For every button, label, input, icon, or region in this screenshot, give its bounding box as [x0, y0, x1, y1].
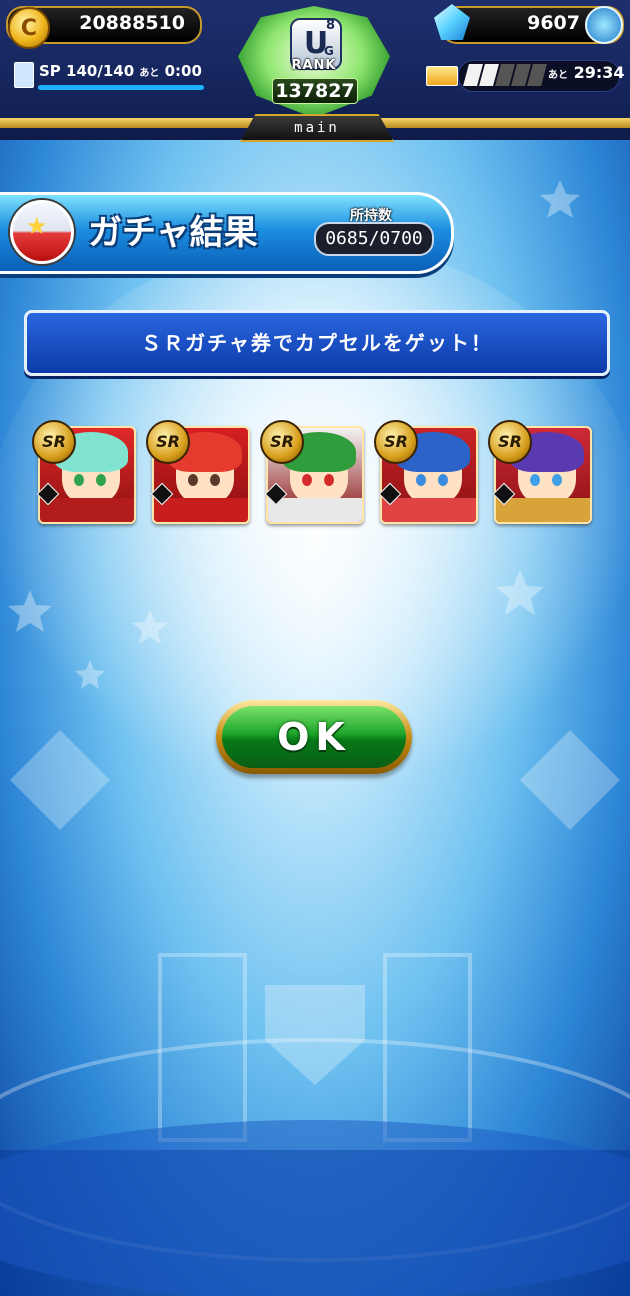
timer-label: あと [548, 70, 568, 81]
rarity-badge: SR [32, 420, 76, 464]
sp-status: SP 140/140 あと 0:00 [39, 62, 202, 80]
rarity-badge: SR [488, 420, 532, 464]
star-icon: ★ [26, 212, 48, 240]
character-eye [552, 474, 562, 486]
rarity-badge: SR [374, 420, 418, 464]
character-jersey [268, 498, 362, 522]
rank-sub2: G [324, 44, 334, 58]
sp-value: 140/140 [66, 62, 135, 80]
character-eye [416, 474, 426, 486]
coin-icon: C [8, 7, 50, 49]
held-count-value: 0685/0700 [314, 222, 434, 256]
character-eye [96, 474, 106, 486]
character-jersey [382, 498, 476, 522]
sp-card-icon [14, 62, 34, 88]
rarity-badge: SR [146, 420, 190, 464]
character-eye [188, 474, 198, 486]
gem-value: 9607 [527, 12, 580, 34]
rank-label: RANK [291, 58, 337, 73]
main-tab[interactable]: main [240, 114, 394, 142]
stamina-timer: あと 29:34 [548, 63, 625, 82]
sp-progress-bar [38, 85, 204, 90]
character-eye [530, 474, 540, 486]
sp-time: 0:00 [164, 62, 202, 80]
ok-button[interactable]: OK [222, 706, 406, 768]
page-title: ガチャ結果 [88, 213, 258, 253]
sp-label: SP [39, 62, 61, 80]
character-jersey [496, 498, 590, 522]
coin-value: 20888510 [79, 12, 185, 34]
character-eye [324, 474, 334, 486]
character-jersey [154, 498, 248, 522]
character-eye [74, 474, 84, 486]
add-gem-button[interactable] [585, 6, 623, 44]
rank-value: 137827 [272, 78, 358, 104]
ticket-icon [426, 66, 458, 86]
character-eye [210, 474, 220, 486]
rank-sub: 8 [326, 18, 336, 33]
character-jersey [40, 498, 134, 522]
character-eye [438, 474, 448, 486]
character-eye [302, 474, 312, 486]
timer-value: 29:34 [573, 63, 625, 82]
result-message: ＳＲガチャ券でカプセルをゲット！ [24, 310, 610, 376]
sp-remaining-label: あと [139, 68, 160, 79]
rarity-badge: SR [260, 420, 304, 464]
